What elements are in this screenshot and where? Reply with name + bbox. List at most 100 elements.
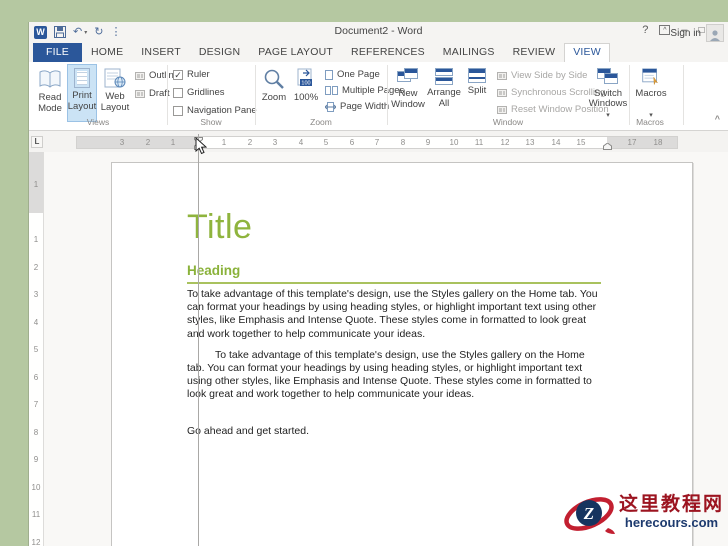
ruler-label: 14 [551,138,561,147]
ribbon-tab[interactable]: REVIEW [504,43,565,62]
macros-icon [642,68,659,85]
page-width-button[interactable]: Page Width [325,99,389,114]
indent-guide-line [198,134,199,546]
ruler-label: 9 [33,455,39,464]
web-layout-icon [104,68,126,88]
ruler-label: 3 [33,290,39,299]
horizontal-ruler[interactable]: 3 2 1 1 2 3 4 5 6 7 8 9 10 11 12 13 14 15 17 18 [76,136,678,150]
checkbox-icon[interactable] [173,87,183,98]
split-icon [468,68,486,83]
ribbon-tab[interactable]: FILE [33,43,82,62]
one-page-button[interactable]: One Page [325,67,380,82]
sign-in-label: Sign in [670,27,701,39]
ruler-label: 6 [349,138,355,147]
one-page-icon [325,69,333,80]
checkbox-icon[interactable] [173,69,183,80]
print-layout-icon [74,68,90,88]
zoom-100-button[interactable]: 100 100% [291,64,321,122]
ruler-labels: 3 2 1 1 2 3 4 5 6 7 8 9 10 11 12 13 14 15 17 18 [30,137,663,150]
watermark: Z Z 这里教程网 herecours.com [559,482,728,546]
document-heading-text[interactable]: Heading [187,263,601,284]
ruler-label: 7 [374,138,380,147]
zoom-100-icon: 100 [297,68,312,87]
arrange-all-button[interactable]: Arrange All [427,64,461,122]
ribbon-display-options-button[interactable]: ^ [659,25,671,35]
print-layout-button[interactable]: Print Layout [67,64,97,122]
new-window-button[interactable]: New Window [391,64,425,122]
help-button[interactable]: ? [642,24,648,36]
draft-icon [135,89,145,98]
window-group-label: Window [492,117,524,127]
ruler-label: 10 [449,138,459,147]
ruler-label: 12 [31,538,41,546]
split-button[interactable]: Split [463,64,491,122]
switch-windows-button[interactable]: Switch Windows ▾ [587,64,629,122]
page-content: Title Heading To take advantage of this … [187,163,601,437]
show-checkbox-item[interactable]: Navigation Pane [173,103,257,118]
ruler-label: 10 [31,483,41,492]
reset-window-position-icon [497,105,507,114]
sign-in[interactable]: Sign in [670,24,724,42]
paragraph[interactable]: To take advantage of this template's des… [187,349,601,402]
document-title-text[interactable]: Title [187,207,601,247]
ruler-label: 17 [627,138,637,147]
group-separator [387,65,388,125]
ribbon-tab[interactable]: REFERENCES [342,43,434,62]
ruler-label: 2 [33,263,39,272]
show-checkbox-item[interactable]: Ruler [173,67,257,82]
ruler-label: 1 [221,138,227,147]
ribbon-tab[interactable]: PAGE LAYOUT [249,43,342,62]
watermark-chinese-text: 这里教程网 [618,494,724,516]
show-group-label: Show [200,117,222,127]
web-layout-button[interactable]: Web Layout [99,64,131,122]
ruler-labels: 1 1 2 3 4 5 6 7 8 9 10 11 12 [29,152,43,546]
group-separator [167,65,168,125]
ribbon-tab[interactable]: DESIGN [190,43,249,62]
collapse-ribbon-icon[interactable]: ^ [715,114,720,124]
ribbon: Read Mode Print Layout Web Layout Outlin… [29,62,728,131]
ruler-label: 6 [33,373,39,382]
ribbon-tab[interactable]: HOME [82,43,132,62]
view-side-by-side-button[interactable]: View Side by Side [497,68,587,83]
paragraph[interactable]: Go ahead and get started. [187,425,601,437]
ruler-label: 1 [33,235,39,244]
ruler-label: 18 [653,138,663,147]
ruler-label: 8 [400,138,406,147]
draft-button[interactable]: Draft [135,86,170,101]
outline-icon [135,71,145,80]
synchronous-scrolling-icon [497,88,507,97]
macros-button[interactable]: Macros ▾ [633,64,669,122]
ruler-label: 11 [31,510,41,519]
ribbon-tab[interactable]: VIEW [564,43,610,62]
ruler-label: 9 [425,138,431,147]
ruler-label: 3 [119,138,125,147]
avatar[interactable] [706,24,724,42]
ruler-label: 2 [145,138,151,147]
arrange-all-icon [435,68,453,85]
window-title: Document2 - Word [334,25,423,37]
checkbox-icon[interactable] [173,105,183,116]
show-checkbox-item[interactable]: Gridlines [173,85,257,100]
ruler-label: 4 [33,318,39,327]
switch-windows-icon [597,68,619,86]
svg-text:100: 100 [301,81,310,87]
ribbon-tab-row: FILE HOME INSERT DESIGN PAGE LAYOUT REFERENCE… [29,42,728,62]
read-mode-button[interactable]: Read Mode [35,64,65,122]
read-mode-icon [39,70,61,88]
watermark-url-text: herecours.com [624,515,719,531]
right-indent-marker[interactable] [603,143,612,150]
ruler-label: 1 [170,138,176,147]
ribbon-tab[interactable]: INSERT [132,43,190,62]
ruler-label: 5 [323,138,329,147]
zoom-button[interactable]: Zoom [259,64,289,122]
macros-group-label: Macros [636,117,664,127]
title-bar[interactable]: W ↶ ▾ ↻ ⋮ Document2 - Word ? ^ – □ × [29,22,728,42]
views-group-label: Views [86,117,110,127]
ruler-label: 15 [576,138,586,147]
paragraph[interactable]: To take advantage of this template's des… [187,288,601,341]
ruler-label: 7 [33,400,39,409]
zoom-icon [264,69,284,89]
ribbon-tab[interactable]: MAILINGS [434,43,504,62]
vertical-ruler[interactable]: 1 1 2 3 4 5 6 7 8 9 10 11 12 [29,152,44,546]
svg-text:Z: Z [583,504,594,523]
